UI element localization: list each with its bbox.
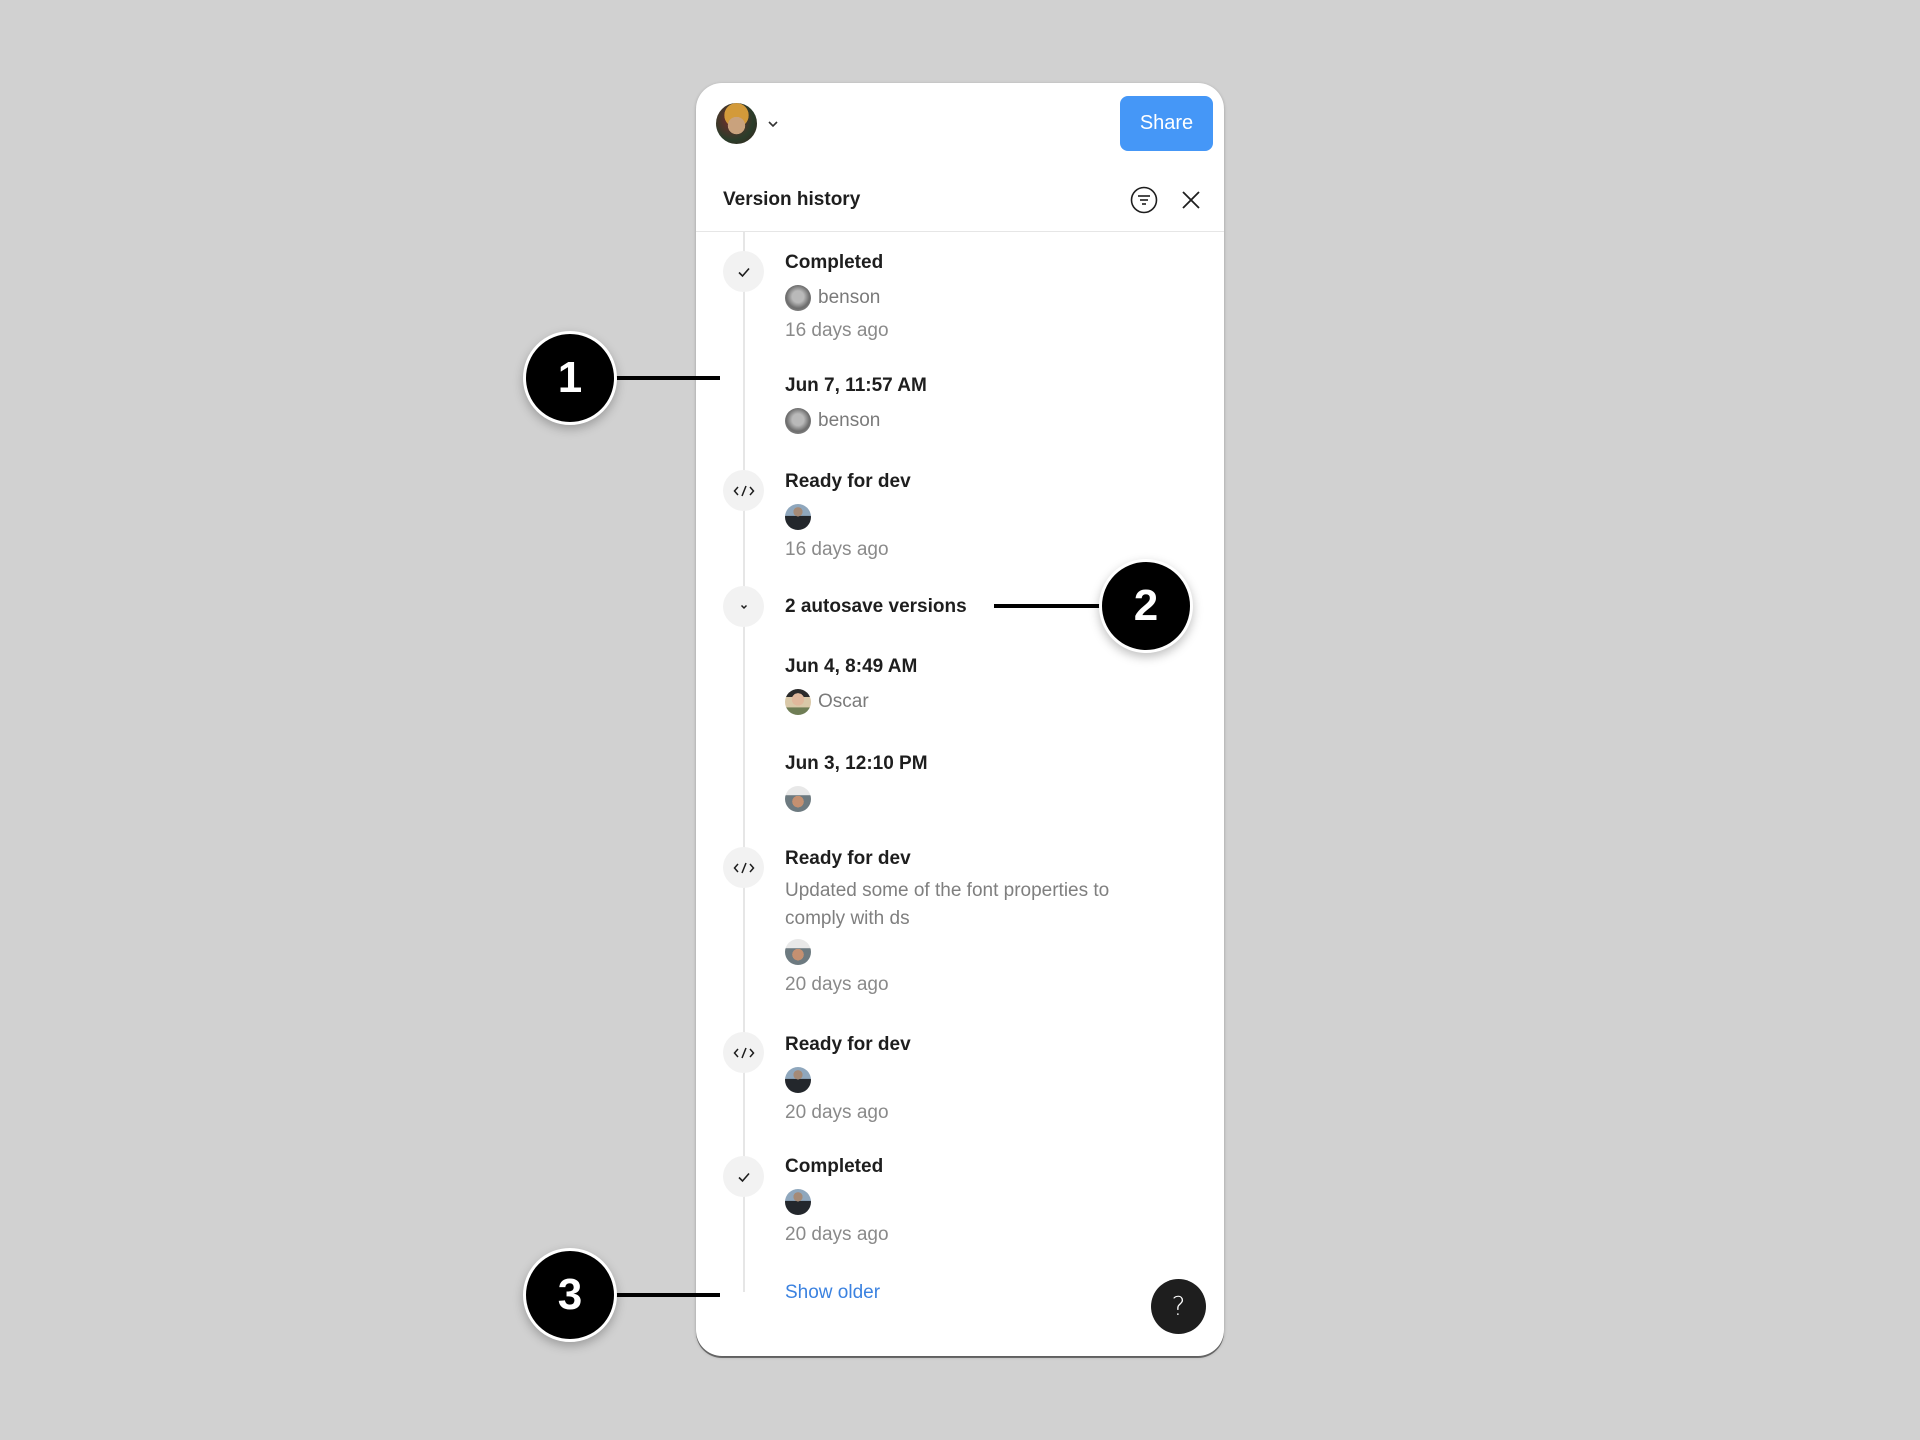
version-entry[interactable]: Completed benson 16 days ago: [785, 251, 1205, 343]
author: [785, 939, 1205, 965]
version-history-panel: Share Version history Completed benson 1…: [696, 83, 1224, 1356]
version-entry[interactable]: Jun 7, 11:57 AM benson: [785, 374, 1205, 434]
code-icon: [733, 1047, 754, 1058]
close-icon[interactable]: [1178, 187, 1204, 213]
status-node: [723, 470, 764, 511]
autosave-toggle-node[interactable]: [723, 586, 764, 627]
version-title: Completed: [785, 252, 884, 273]
version-title: Ready for dev: [785, 1034, 911, 1055]
check-icon: [737, 1172, 750, 1182]
chevron-down-icon: [740, 604, 747, 609]
version-title: Jun 7, 11:57 AM: [785, 375, 927, 396]
version-entry[interactable]: Completed 20 days ago: [785, 1155, 1205, 1247]
chevron-down-icon[interactable]: [766, 117, 780, 131]
version-entry[interactable]: Jun 3, 12:10 PM: [785, 752, 1205, 812]
version-entry[interactable]: Ready for dev 20 days ago: [785, 1033, 1205, 1125]
avatar: [785, 285, 811, 311]
author: benson: [785, 285, 1205, 311]
version-description: Updated some of the font properties to c…: [785, 880, 1110, 929]
version-title: Jun 3, 12:10 PM: [785, 753, 928, 774]
callout-marker-1: 1: [523, 331, 617, 425]
code-icon: [733, 485, 754, 496]
code-icon: [733, 862, 754, 873]
author: Oscar: [785, 689, 1205, 715]
avatar: [785, 786, 811, 812]
share-button[interactable]: Share: [1120, 96, 1213, 151]
author: [785, 786, 1205, 812]
panel-header: Version history: [696, 173, 1224, 232]
author-name: Oscar: [818, 691, 869, 712]
status-node: [723, 847, 764, 888]
user-avatar[interactable]: [716, 103, 757, 144]
author-name: benson: [818, 287, 881, 308]
avatar: [785, 689, 811, 715]
callout-marker-2: 2: [1099, 559, 1193, 653]
author: benson: [785, 408, 1205, 434]
callout-marker-3: 3: [523, 1248, 617, 1342]
timestamp: 20 days ago: [785, 1102, 889, 1123]
author: [785, 1189, 1205, 1215]
avatar: [785, 939, 811, 965]
callout-line-1: [612, 376, 720, 380]
avatar: [785, 1067, 811, 1093]
panel-title: Version history: [723, 189, 861, 210]
callout-line-3: [612, 1293, 720, 1297]
timestamp: 16 days ago: [785, 320, 889, 341]
status-node: [723, 251, 764, 292]
avatar: [785, 504, 811, 530]
author-name: benson: [818, 410, 881, 431]
top-bar: Share: [696, 83, 1224, 173]
timestamp: 20 days ago: [785, 974, 889, 995]
status-node: [723, 1156, 764, 1197]
avatar: [785, 1189, 811, 1215]
timestamp: 20 days ago: [785, 1224, 889, 1245]
check-icon: [737, 267, 750, 277]
version-title: Jun 4, 8:49 AM: [785, 656, 918, 677]
version-entry[interactable]: Ready for dev Updated some of the font p…: [785, 847, 1205, 997]
version-entry[interactable]: Jun 4, 8:49 AM Oscar: [785, 655, 1205, 715]
help-button[interactable]: ?: [1151, 1279, 1206, 1334]
author: [785, 1067, 1205, 1093]
status-node: [723, 1032, 764, 1073]
timeline-line: [743, 232, 745, 1292]
version-title: Ready for dev: [785, 471, 911, 492]
filter-icon[interactable]: [1129, 185, 1159, 215]
avatar: [785, 408, 811, 434]
author: [785, 504, 1205, 530]
version-entry[interactable]: Ready for dev 16 days ago: [785, 470, 1205, 562]
callout-line-2: [994, 604, 1104, 608]
show-older-link[interactable]: Show older: [785, 1282, 880, 1304]
version-title: Completed: [785, 1156, 884, 1177]
version-title: Ready for dev: [785, 848, 911, 869]
